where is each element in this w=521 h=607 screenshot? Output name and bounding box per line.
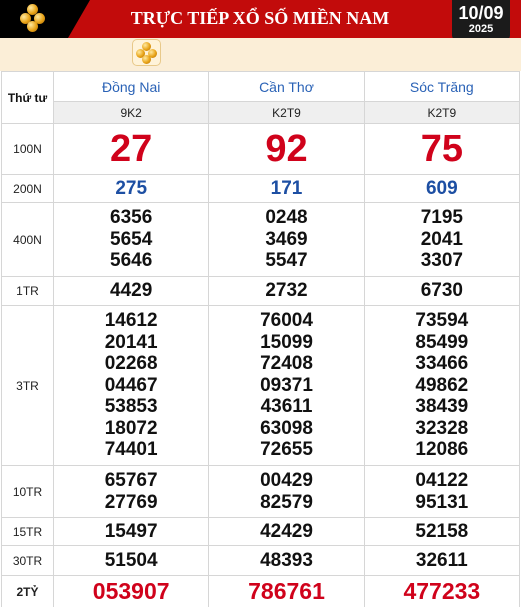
prize-number: 00429 — [260, 470, 313, 491]
logo[interactable] — [0, 0, 90, 38]
prize-number: 6356 — [110, 207, 153, 229]
ticket-code: 9K2 — [52, 101, 210, 124]
prize-number: 04467 — [104, 374, 158, 396]
prize-number: 02268 — [104, 353, 158, 375]
prize-number: 5654 — [110, 228, 153, 250]
day-of-week: Thứ tư — [1, 71, 54, 124]
page-title: TRỰC TIẾP XỔ SỐ MIỀN NAM — [130, 8, 390, 28]
prize-number: 75 — [363, 123, 521, 175]
jackpot-number: 477233 — [363, 575, 521, 607]
prize-number: 72655 — [260, 439, 313, 461]
prize-number: 4429 — [52, 276, 210, 306]
prize-number: 32611 — [363, 545, 521, 576]
prize-number: 72408 — [260, 353, 313, 375]
prize-number: 15099 — [260, 331, 313, 353]
prize-number: 2732 — [208, 276, 365, 306]
prize-label: 3TR — [1, 305, 54, 466]
jackpot-number: 786761 — [208, 575, 365, 607]
table-row: 2TỶ 053907 786761 477233 — [1, 575, 521, 607]
prize-label: 15TR — [1, 517, 54, 546]
prize-number: 609 — [363, 174, 521, 203]
prize-number: 92 — [208, 123, 365, 175]
prize-number: 18072 — [104, 417, 158, 439]
prize-cell: 65767 27769 — [52, 465, 210, 518]
results-table: Thứ tư Đồng Nai Cần Thơ Sóc Trăng 9K2 K2… — [1, 71, 521, 607]
prize-cell: 00429 82579 — [208, 465, 365, 518]
province-dong-nai[interactable]: Đồng Nai — [52, 71, 210, 102]
prize-number: 95131 — [415, 491, 469, 513]
table-row: 200N 275 171 609 — [1, 174, 521, 203]
date-badge: 10/09 2025 — [452, 0, 510, 41]
prize-number: 275 — [52, 174, 210, 203]
prize-cell: 0248 3469 5547 — [208, 202, 365, 277]
prize-number: 27769 — [104, 491, 158, 513]
prize-number: 52158 — [363, 517, 521, 546]
prize-number: 09371 — [260, 374, 313, 396]
ticket-code: K2T9 — [363, 101, 521, 124]
prize-number: 6730 — [363, 276, 521, 306]
prize-number: 2041 — [420, 228, 463, 250]
prize-number: 48393 — [208, 545, 365, 576]
prize-number: 3307 — [420, 250, 463, 272]
jackpot-number: 053907 — [52, 575, 210, 607]
prize-number: 49862 — [415, 374, 469, 396]
prize-number: 7195 — [420, 207, 463, 229]
prize-number: 76004 — [260, 310, 313, 332]
sub-bar — [0, 38, 521, 71]
prize-label: 100N — [1, 123, 54, 175]
prize-cell: 6356 5654 5646 — [52, 202, 210, 277]
province-soc-trang[interactable]: Sóc Trăng — [363, 71, 521, 102]
table-row: 1TR 4429 2732 6730 — [1, 276, 521, 306]
prize-number: 43611 — [260, 396, 313, 418]
prize-number: 12086 — [415, 439, 469, 461]
prize-number: 53853 — [104, 396, 158, 418]
coins-button[interactable] — [132, 39, 161, 66]
prize-number: 85499 — [415, 331, 469, 353]
table-row: 100N 27 92 75 — [1, 123, 521, 175]
prize-number: 171 — [208, 174, 365, 203]
prize-number: 5646 — [110, 250, 153, 272]
prize-cell: 14612 20141 02268 04467 53853 18072 7440… — [52, 305, 210, 466]
ticket-code: K2T9 — [208, 101, 365, 124]
prize-number: 0248 — [265, 207, 308, 229]
province-can-tho[interactable]: Cần Thơ — [208, 71, 365, 102]
prize-number: 38439 — [415, 396, 469, 418]
table-row: 30TR 51504 48393 32611 — [1, 545, 521, 576]
prize-label: 2TỶ — [1, 575, 54, 607]
prize-number: 15497 — [52, 517, 210, 546]
coins-icon — [136, 42, 158, 64]
prize-number: 32328 — [415, 417, 469, 439]
prize-label: 30TR — [1, 545, 54, 576]
prize-label: 1TR — [1, 276, 54, 306]
prize-number: 51504 — [52, 545, 210, 576]
table-row: 3TR 14612 20141 02268 04467 53853 18072 … — [1, 305, 521, 466]
prize-cell: 04122 95131 — [363, 465, 521, 518]
prize-label: 200N — [1, 174, 54, 203]
coins-icon — [18, 4, 48, 34]
prize-cell: 73594 85499 33466 49862 38439 32328 1208… — [363, 305, 521, 466]
prize-number: 3469 — [265, 228, 308, 250]
date-year: 2025 — [468, 23, 494, 35]
prize-number: 27 — [52, 123, 210, 175]
header-bar: TRỰC TIẾP XỔ SỐ MIỀN NAM 10/09 2025 — [0, 0, 521, 41]
prize-number: 73594 — [415, 310, 469, 332]
prize-number: 04122 — [415, 470, 469, 491]
prize-cell: 76004 15099 72408 09371 43611 63098 7265… — [208, 305, 365, 466]
table-row: 400N 6356 5654 5646 0248 3469 5547 7195 … — [1, 202, 521, 277]
prize-number: 65767 — [104, 470, 158, 491]
date-day: 10/09 — [458, 3, 504, 23]
prize-number: 14612 — [104, 310, 158, 332]
prize-number: 5547 — [265, 250, 308, 272]
prize-label: 400N — [1, 202, 54, 277]
prize-number: 63098 — [260, 417, 313, 439]
prize-number: 42429 — [208, 517, 365, 546]
table-row: 15TR 15497 42429 52158 — [1, 517, 521, 546]
prize-number: 82579 — [260, 491, 313, 513]
prize-label: 10TR — [1, 465, 54, 518]
prize-cell: 7195 2041 3307 — [363, 202, 521, 277]
table-row: 10TR 65767 27769 00429 82579 04122 95131 — [1, 465, 521, 518]
prize-number: 74401 — [104, 439, 158, 461]
prize-number: 20141 — [104, 331, 158, 353]
prize-number: 33466 — [415, 353, 469, 375]
